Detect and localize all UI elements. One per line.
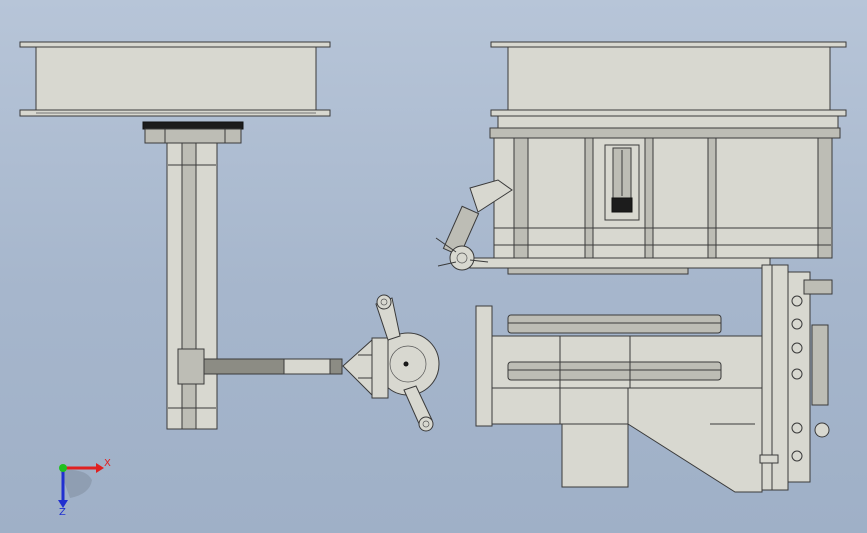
cad-viewport[interactable]: X Z <box>0 0 867 533</box>
right-hopper-box <box>507 46 831 111</box>
left-linkage-pivot <box>449 245 475 271</box>
x-axis-label: X <box>104 458 111 469</box>
right-hopper-rail <box>497 115 839 129</box>
left-horizontal-arm-dark <box>203 358 285 375</box>
right-vertical-cylinder <box>811 324 829 406</box>
left-slider-block <box>177 348 205 385</box>
center-cylinder-clamp <box>611 197 633 213</box>
right-cylinder-top <box>803 279 833 295</box>
gripper-bracket <box>342 338 373 397</box>
left-arm-end <box>329 358 343 375</box>
left-hopper-box <box>35 46 317 111</box>
cad-drawing: X Z <box>19 41 847 518</box>
lower-left-post <box>475 305 493 427</box>
right-top-flange <box>490 41 847 48</box>
left-view-assembly <box>19 41 440 432</box>
lower-roller <box>507 361 722 381</box>
chute-box <box>561 423 629 488</box>
left-horizontal-arm <box>283 358 331 375</box>
gripper-center <box>403 361 409 367</box>
y-axis-dot <box>59 464 67 472</box>
right-top-beam <box>489 127 841 139</box>
axis-triad: X Z <box>58 458 111 518</box>
right-lower-pivot <box>814 422 830 438</box>
z-axis-label: Z <box>59 507 66 518</box>
right-bottom-flange <box>490 109 847 117</box>
left-turntable-ring <box>142 121 244 130</box>
left-column-rail <box>181 142 197 430</box>
left-top-flange <box>19 41 331 48</box>
left-turntable-base <box>144 128 242 144</box>
right-main-frame <box>493 137 832 259</box>
chute-slope <box>627 387 763 493</box>
upper-roller <box>507 314 722 334</box>
right-view-assembly <box>435 41 847 493</box>
gripper-plate <box>371 337 389 399</box>
